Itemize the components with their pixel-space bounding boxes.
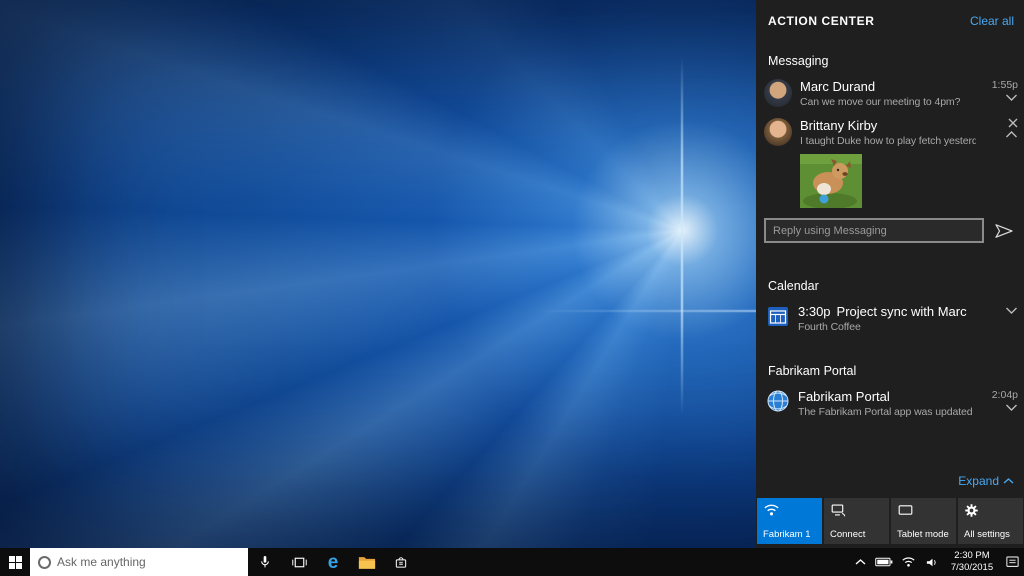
quick-action-label: Fabrikam 1 (763, 529, 816, 540)
action-center-title: ACTION CENTER (768, 14, 874, 28)
quick-action-label: Tablet mode (897, 529, 950, 540)
quick-action-label: All settings (964, 529, 1017, 540)
notification-meta: 1:55p (984, 79, 1018, 102)
notification-body: 3:30p Project sync with Marc Fourth Coffe… (798, 304, 976, 333)
search-input[interactable] (57, 555, 240, 569)
globe-icon (766, 389, 790, 413)
notification-brittany-kirby[interactable]: Brittany Kirby I taught Duke how to play… (756, 113, 1024, 152)
action-center-tray-icon[interactable] (1000, 548, 1024, 576)
notification-body: Fabrikam Portal The Fabrikam Portal app … (798, 389, 976, 418)
notification-body: Brittany Kirby I taught Duke how to play… (800, 118, 976, 147)
wifi-icon (763, 503, 816, 517)
chevron-up-icon[interactable] (1003, 477, 1014, 485)
event-title: Project sync with Marc (837, 304, 967, 319)
notification-message: Can we move our meeting to 4pm? (800, 96, 976, 108)
avatar-marc (764, 79, 792, 107)
notification-title: Fabrikam Portal (798, 389, 976, 404)
notification-sender: Brittany Kirby (800, 118, 976, 133)
quick-actions: Fabrikam 1 Connect Tablet mode (756, 498, 1024, 548)
close-icon[interactable] (1008, 118, 1018, 128)
search-box[interactable] (30, 548, 248, 576)
quick-action-fabrikam1[interactable]: Fabrikam 1 (757, 498, 822, 544)
action-center-header: ACTION CENTER Clear all (756, 0, 1024, 44)
calendar-section-label: Calendar (756, 269, 1024, 299)
notification-time: 2:04p (992, 389, 1018, 401)
quick-action-all-settings[interactable]: All settings (958, 498, 1023, 544)
action-center-footer: Expand Fabrikam 1 Connect (756, 468, 1024, 548)
show-hidden-icons-chevron[interactable] (848, 548, 872, 576)
network-wifi-icon[interactable] (896, 548, 920, 576)
file-explorer-icon[interactable] (350, 548, 384, 576)
notification-fabrikam-portal[interactable]: Fabrikam Portal The Fabrikam Portal app … (756, 384, 1024, 423)
avatar-brittany (764, 118, 792, 146)
notification-message: I taught Duke how to play fetch yesterda… (800, 135, 976, 147)
battery-icon[interactable] (872, 548, 896, 576)
expand-link[interactable]: Expand (958, 474, 999, 488)
reply-input[interactable] (764, 218, 984, 243)
event-subtitle: Fourth Coffee (798, 321, 976, 333)
attachment-photo-dog (800, 154, 862, 208)
quick-action-tablet-mode[interactable]: Tablet mode (891, 498, 956, 544)
chevron-down-icon[interactable] (1005, 93, 1018, 102)
edge-browser-icon[interactable]: e (316, 548, 350, 576)
quick-action-label: Connect (830, 529, 883, 540)
notification-meta: 2:04p (984, 389, 1018, 412)
action-center-panel: ACTION CENTER Clear all Messaging Marc D… (756, 0, 1024, 548)
chevron-up-icon[interactable] (1005, 130, 1018, 139)
wallpaper-window-frame-horizontal (532, 310, 778, 312)
tablet-icon (897, 503, 950, 517)
clock-time: 2:30 PM (946, 550, 998, 562)
clock-date: 7/30/2015 (946, 562, 998, 574)
task-view-button[interactable] (282, 548, 316, 576)
reply-row (756, 214, 1024, 253)
taskbar: e 2:30 PM 7/30/2015 (0, 548, 1024, 576)
notification-marc-durand[interactable]: Marc Durand Can we move our meeting to 4… (756, 74, 1024, 113)
chevron-down-icon[interactable] (1005, 306, 1018, 315)
store-icon[interactable] (384, 548, 418, 576)
notification-attachment (756, 152, 1024, 214)
fabrikam-section-label: Fabrikam Portal (756, 354, 1024, 384)
wallpaper-window-frame-vertical (681, 55, 683, 417)
send-icon[interactable] (992, 223, 1016, 239)
event-title-row: 3:30p Project sync with Marc (798, 304, 976, 319)
event-time: 3:30p (798, 304, 831, 319)
connect-icon (830, 503, 883, 517)
chevron-down-icon[interactable] (1005, 403, 1018, 412)
notification-sender: Marc Durand (800, 79, 976, 94)
quick-action-connect[interactable]: Connect (824, 498, 889, 544)
messaging-section-label: Messaging (756, 44, 1024, 74)
microphone-icon[interactable] (248, 548, 282, 576)
settings-gear-icon (964, 503, 1017, 518)
screen: ACTION CENTER Clear all Messaging Marc D… (0, 0, 1024, 576)
system-tray: 2:30 PM 7/30/2015 (848, 548, 1024, 576)
notification-body: Marc Durand Can we move our meeting to 4… (800, 79, 976, 108)
calendar-icon (766, 304, 790, 328)
notification-meta (984, 118, 1018, 139)
notification-message: The Fabrikam Portal app was updated (798, 406, 976, 418)
cortana-icon (38, 556, 51, 569)
notification-meta (984, 304, 1018, 315)
clear-all-link[interactable]: Clear all (970, 14, 1014, 28)
windows-logo-icon (9, 556, 22, 569)
start-button[interactable] (0, 548, 30, 576)
volume-icon[interactable] (920, 548, 944, 576)
taskbar-clock[interactable]: 2:30 PM 7/30/2015 (944, 550, 1000, 574)
expand-label: Expand (958, 474, 999, 488)
notification-time: 1:55p (992, 79, 1018, 91)
notification-calendar-event[interactable]: 3:30p Project sync with Marc Fourth Coffe… (756, 299, 1024, 338)
